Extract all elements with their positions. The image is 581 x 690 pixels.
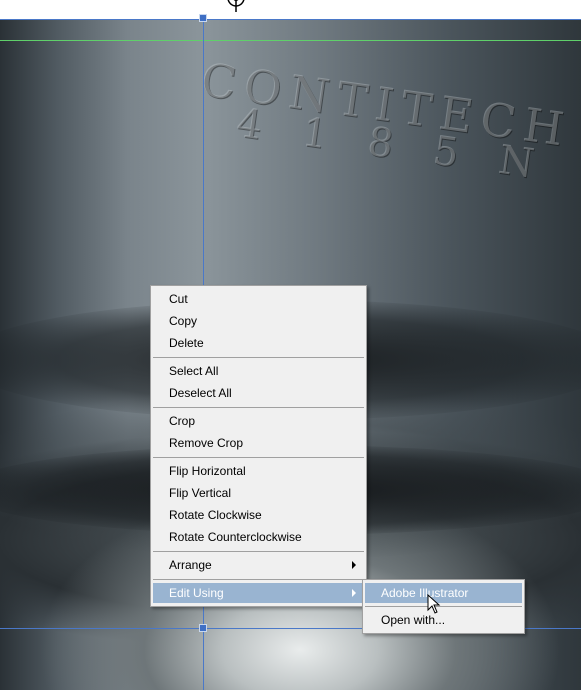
canvas-top-margin (0, 0, 581, 20)
context-menu: Cut Copy Delete Select All Deselect All … (150, 285, 367, 607)
menu-separator (153, 457, 364, 458)
menu-separator (365, 606, 522, 607)
menu-item-arrange[interactable]: Arrange (153, 555, 364, 575)
submenu-item-adobe-illustrator[interactable]: Adobe Illustrator (365, 583, 522, 603)
menu-item-cut[interactable]: Cut (153, 289, 364, 309)
selection-handle-top[interactable] (199, 14, 207, 22)
submenu-arrow-icon (352, 561, 356, 569)
menu-item-flip-vertical[interactable]: Flip Vertical (153, 483, 364, 503)
menu-item-edit-using-label: Edit Using (169, 586, 224, 600)
menu-item-remove-crop[interactable]: Remove Crop (153, 433, 364, 453)
submenu-arrow-icon (352, 589, 356, 597)
menu-item-select-all[interactable]: Select All (153, 361, 364, 381)
rotate-handle-icon[interactable] (226, 0, 246, 12)
selection-top-edge[interactable] (0, 19, 581, 20)
menu-item-delete[interactable]: Delete (153, 333, 364, 353)
submenu-item-open-with[interactable]: Open with... (365, 610, 522, 630)
menu-item-rotate-counterclockwise[interactable]: Rotate Counterclockwise (153, 527, 364, 547)
menu-separator (153, 407, 364, 408)
menu-separator (153, 551, 364, 552)
menu-item-flip-horizontal[interactable]: Flip Horizontal (153, 461, 364, 481)
selection-handle-bottom[interactable] (199, 624, 207, 632)
menu-item-arrange-label: Arrange (169, 558, 212, 572)
edit-using-submenu: Adobe Illustrator Open with... (362, 579, 525, 634)
menu-item-copy[interactable]: Copy (153, 311, 364, 331)
menu-separator (153, 357, 364, 358)
mouse-pointer-icon (427, 594, 441, 614)
menu-item-rotate-clockwise[interactable]: Rotate Clockwise (153, 505, 364, 525)
menu-item-edit-using[interactable]: Edit Using (153, 583, 364, 603)
menu-separator (153, 579, 364, 580)
menu-item-crop[interactable]: Crop (153, 411, 364, 431)
green-guide-line[interactable] (0, 40, 581, 41)
menu-item-deselect-all[interactable]: Deselect All (153, 383, 364, 403)
